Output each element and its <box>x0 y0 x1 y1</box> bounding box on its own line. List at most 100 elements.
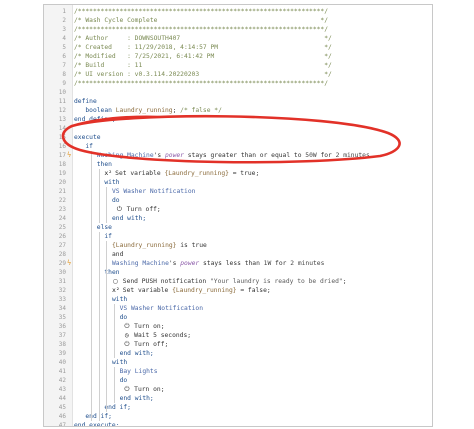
code-token: with <box>112 296 128 303</box>
code-token: Bay Lights <box>119 368 158 375</box>
code-token: Turn on; <box>130 386 165 393</box>
code-token: stays less than <box>199 260 264 267</box>
indent-guide <box>106 187 108 223</box>
line-number: 10 <box>58 89 66 96</box>
code-token: for <box>271 260 291 267</box>
code-line[interactable]: VS Washer Notification <box>120 304 203 313</box>
code-line[interactable]: if <box>104 232 112 241</box>
code-token: then <box>74 161 112 168</box>
code-line[interactable]: Washing Machine's power stays less than … <box>112 259 324 268</box>
code-token: 50W <box>305 152 317 159</box>
code-line[interactable]: /* Created : 11/29/2018, 4:14:57 PM */ <box>74 43 332 52</box>
code-line[interactable]: x² Set variable {Laundry_running} = fals… <box>112 286 271 295</box>
line-number: 47 <box>58 422 66 427</box>
line-number: 44 <box>58 395 66 402</box>
warning-icon[interactable]: ϟ <box>67 259 72 268</box>
code-token: /* Wash Cycle Complete */ <box>74 17 329 24</box>
code-line[interactable]: ⏻ Turn off; <box>116 205 161 214</box>
code-line[interactable]: /***************************************… <box>74 25 328 34</box>
code-token: ; <box>342 278 347 285</box>
code-line[interactable]: with <box>104 178 119 187</box>
indent-guide <box>114 367 115 403</box>
code-token: stays greater than or equal to <box>183 152 306 159</box>
code-line[interactable]: and <box>112 250 123 259</box>
code-line[interactable]: ▢ Send PUSH notification "Your laundry i… <box>112 277 347 286</box>
code-line[interactable]: Bay Lights <box>120 367 158 376</box>
code-line[interactable]: VS Washer Notification <box>112 187 195 196</box>
code-line[interactable]: define <box>74 97 97 106</box>
code-line[interactable]: execute <box>74 133 101 142</box>
code-line[interactable]: end with; <box>120 394 154 403</box>
code-line[interactable]: do <box>112 196 120 205</box>
code-line[interactable]: ◷ Wait 5 seconds; <box>123 331 191 340</box>
code-token: if <box>74 143 93 150</box>
code-line[interactable]: end with; <box>112 214 146 223</box>
line-number: 39 <box>58 350 66 357</box>
code-token: {Laundry_running} <box>112 242 177 249</box>
line-number: 19 <box>58 170 66 177</box>
code-line[interactable]: else <box>97 223 112 232</box>
code-line[interactable]: x² Set variable {Laundry_running} = true… <box>104 169 259 178</box>
code-line[interactable]: do <box>120 313 128 322</box>
code-line[interactable]: end define; <box>74 115 116 124</box>
line-number: 34 <box>58 305 66 312</box>
code-line[interactable]: end if; <box>104 403 131 412</box>
statement-icon: x² <box>112 286 120 294</box>
indent-guide <box>98 232 100 421</box>
code-token: Turn off; <box>122 206 161 213</box>
code-line[interactable]: {Laundry_running} is true <box>112 241 207 250</box>
code-token: 2 minutes <box>335 152 370 159</box>
code-line[interactable]: end with; <box>120 349 154 358</box>
code-line[interactable]: /* Modified : 7/25/2021, 6:41:42 PM */ <box>74 52 332 61</box>
line-number: 14 <box>58 125 66 132</box>
line-number: 8 <box>62 71 66 78</box>
line-number: 3 <box>62 26 66 33</box>
line-number: 37 <box>58 332 66 339</box>
code-token: "Your laundry is ready to be dried" <box>210 278 343 285</box>
code-token: /* false */ <box>180 107 222 114</box>
line-number: 27 <box>58 242 66 249</box>
line-number: 11 <box>58 98 66 105</box>
code-line[interactable]: ⏻ Turn on; <box>123 385 164 394</box>
line-number: 40 <box>58 359 66 366</box>
code-token: Turn off; <box>130 341 169 348</box>
code-line[interactable]: Washing Machine's power stays greater th… <box>74 151 370 160</box>
code-token: = true; <box>228 170 260 177</box>
code-token: Turn on; <box>130 323 165 330</box>
code-line[interactable]: with <box>112 295 127 304</box>
warning-icon[interactable]: ϟ <box>67 151 72 160</box>
code-line[interactable]: if <box>74 142 93 151</box>
code-line[interactable]: /***************************************… <box>74 7 328 16</box>
code-token: do <box>119 377 128 384</box>
code-token: /* UI version : v0.3.114.20220203 */ <box>74 71 332 78</box>
code-token: /* Created : 11/29/2018, 4:14:57 PM */ <box>74 44 332 51</box>
code-line[interactable]: /* Author : DOWNSOUTH407 */ <box>74 34 332 43</box>
code-line[interactable]: do <box>120 376 128 385</box>
code-line[interactable]: ⏻ Turn off; <box>123 340 168 349</box>
code-line[interactable]: end execute; <box>74 421 120 426</box>
statement-icon: ▢ <box>113 277 118 285</box>
line-number-gutter: 1 2 3 4 5 6 7 8 9 10 11 12 13 14 15 16 17 ϟ 18 19 20 21 22 23 24… <box>44 5 73 426</box>
code-token: do <box>119 314 128 321</box>
code-line[interactable]: with <box>112 358 127 367</box>
code-line[interactable]: then <box>74 160 112 169</box>
line-number: 15 <box>58 134 66 141</box>
code-line[interactable]: /* Wash Cycle Complete */ <box>74 16 328 25</box>
line-number: 35 <box>58 314 66 321</box>
code-line[interactable]: /***************************************… <box>74 79 328 88</box>
code-line[interactable]: /* Build : 11 */ <box>74 61 332 70</box>
code-line[interactable]: boolean Laundry_running; /* false */ <box>74 106 222 115</box>
code-token: /* Author : DOWNSOUTH407 */ <box>74 35 332 42</box>
code-token: Washing Machine <box>112 260 169 267</box>
code-token: 2 minutes <box>290 260 325 267</box>
code-token: with <box>104 179 120 186</box>
code-line[interactable]: ⏻ Turn on; <box>123 322 164 331</box>
line-number: 13 <box>58 116 66 123</box>
code-token: is true <box>176 242 207 249</box>
code-editor: 1 2 3 4 5 6 7 8 9 10 11 12 13 14 15 16 17 ϟ 18 19 20 21 22 23 24… <box>43 4 433 427</box>
code-token: VS Washer Notification <box>119 305 203 312</box>
code-token: with <box>112 359 128 366</box>
line-number: 17 <box>58 152 66 159</box>
line-number: 45 <box>58 404 66 411</box>
code-line[interactable]: /* UI version : v0.3.114.20220203 */ <box>74 70 332 79</box>
